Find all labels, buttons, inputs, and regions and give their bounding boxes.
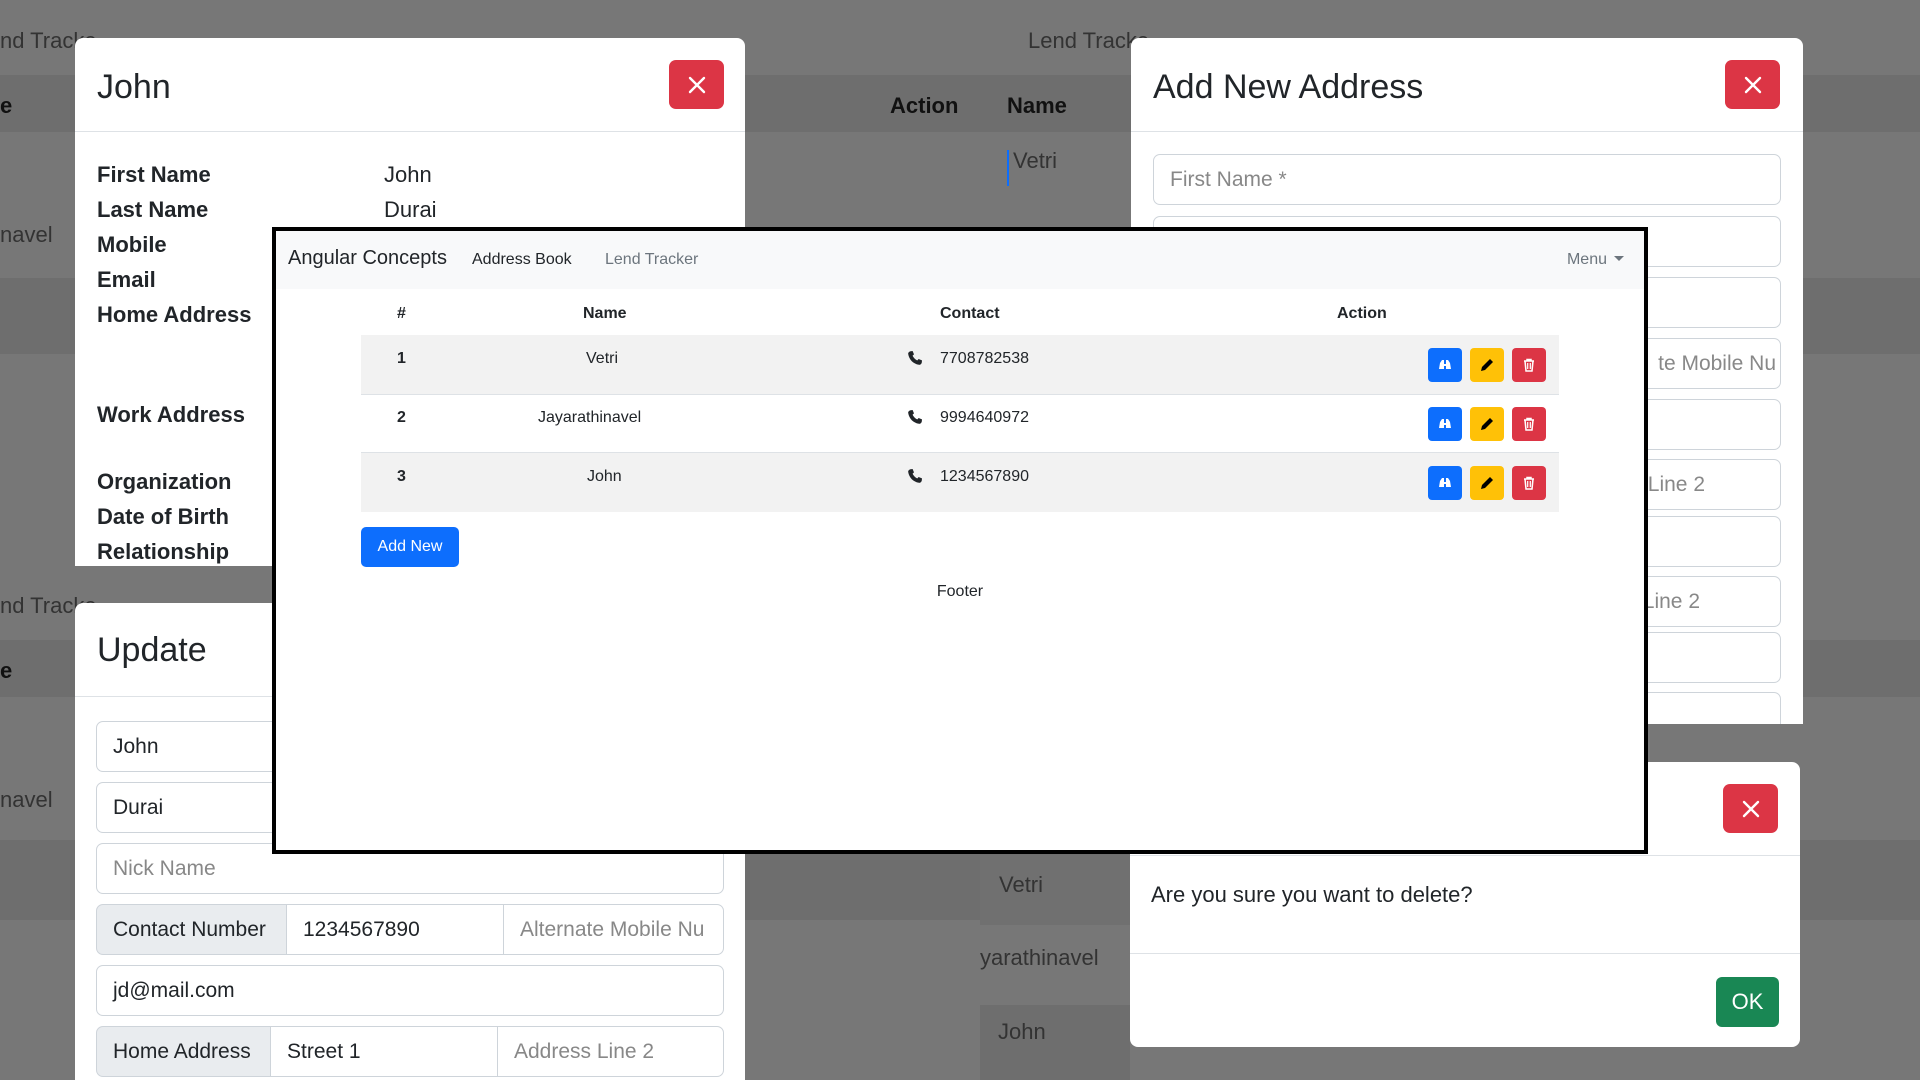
close-button[interactable] xyxy=(1725,60,1780,109)
modal-divider xyxy=(1130,855,1800,856)
modal-divider xyxy=(1131,131,1803,132)
view-button[interactable] xyxy=(1428,348,1462,382)
pencil-icon xyxy=(1481,477,1493,489)
background-row-name: Vetri xyxy=(999,872,1044,897)
view-button[interactable] xyxy=(1428,407,1462,441)
delete-button[interactable] xyxy=(1512,348,1546,382)
relationship-label: Relationship xyxy=(97,539,230,564)
close-button[interactable] xyxy=(669,60,724,109)
row-contact: 7708782538 xyxy=(940,350,1029,367)
row-name: John xyxy=(587,468,622,485)
table-header-action: Action xyxy=(1337,305,1387,322)
navbar: Angular Concepts Address Book Lend Track… xyxy=(276,231,1644,289)
background-row-name: navel xyxy=(0,222,53,247)
phone-icon xyxy=(908,410,922,424)
row-number: 1 xyxy=(397,350,406,367)
delete-button[interactable] xyxy=(1512,466,1546,500)
edit-button[interactable] xyxy=(1470,348,1504,382)
modal-divider xyxy=(1130,953,1800,954)
navbar-brand[interactable]: Angular Concepts xyxy=(288,247,447,270)
home-address-label: Home Address xyxy=(97,302,252,327)
table-header-contact: Contact xyxy=(940,305,1000,322)
first-name-label: First Name xyxy=(97,162,211,187)
row-name: Vetri xyxy=(586,350,619,367)
view-button[interactable] xyxy=(1428,466,1462,500)
binoculars-icon xyxy=(1439,360,1451,369)
delete-button[interactable] xyxy=(1512,407,1546,441)
first-name-input[interactable]: First Name * xyxy=(1153,154,1781,205)
text-cursor xyxy=(1007,150,1009,186)
background-row-name: navel xyxy=(0,787,53,812)
last-name-label: Last Name xyxy=(97,197,209,222)
modal-title: Add New Address xyxy=(1153,68,1424,106)
last-name-value: Durai xyxy=(384,197,437,222)
pencil-icon xyxy=(1481,418,1493,430)
modal-title: Update xyxy=(97,631,207,669)
address-line-2-input[interactable]: Address Line 2 xyxy=(497,1026,724,1077)
trash-icon xyxy=(1524,417,1534,431)
street-input[interactable]: Street 1 xyxy=(270,1026,498,1077)
close-icon xyxy=(1742,800,1759,817)
background-row-name: Vetri xyxy=(1013,148,1058,173)
binoculars-icon xyxy=(1439,478,1451,487)
phone-icon xyxy=(908,469,922,483)
contact-number-input[interactable]: 1234567890 xyxy=(286,904,504,955)
date-of-birth-label: Date of Birth xyxy=(97,504,229,529)
menu-label: Menu xyxy=(1566,251,1607,268)
row-contact: 9994640972 xyxy=(940,409,1029,426)
phone-icon xyxy=(908,351,922,365)
nav-link-lend-tracker[interactable]: Lend Tracker xyxy=(605,251,698,269)
background-column-header: e xyxy=(0,93,13,118)
app-screenshot-frame: Angular Concepts Address Book Lend Track… xyxy=(272,227,1648,854)
row-name: Jayarathinavel xyxy=(538,409,642,426)
menu-dropdown-toggle[interactable]: Menu xyxy=(1567,251,1624,269)
mobile-label: Mobile xyxy=(97,232,167,257)
close-icon xyxy=(688,76,705,93)
background-row-name: yarathinavel xyxy=(980,945,1099,970)
close-button[interactable] xyxy=(1723,784,1778,833)
edit-button[interactable] xyxy=(1470,466,1504,500)
organization-label: Organization xyxy=(97,469,232,494)
pencil-icon xyxy=(1481,359,1493,371)
nav-link-address-book[interactable]: Address Book xyxy=(472,251,572,269)
work-address-label: Work Address xyxy=(97,402,245,427)
table-header-name: Name xyxy=(583,305,627,322)
row-number: 2 xyxy=(397,409,406,426)
background-column-header: e xyxy=(0,658,13,683)
caret-down-icon xyxy=(1614,256,1624,261)
background-row-name: John xyxy=(998,1019,1046,1044)
home-address-label: Home Address xyxy=(96,1026,271,1077)
contact-number-label: Contact Number xyxy=(96,904,287,955)
add-new-button[interactable]: Add New xyxy=(361,527,459,567)
binoculars-icon xyxy=(1439,419,1451,428)
trash-icon xyxy=(1524,358,1534,372)
modal-title: John xyxy=(97,68,171,106)
background-name-header: Name xyxy=(1007,93,1067,118)
table-header-number: # xyxy=(397,305,406,322)
alternate-mobile-input[interactable]: Alternate Mobile Nu xyxy=(503,904,724,955)
first-name-value: John xyxy=(384,162,432,187)
modal-divider xyxy=(75,131,745,132)
email-input[interactable]: jd@mail.com xyxy=(96,965,724,1016)
close-icon xyxy=(1744,76,1761,93)
row-number: 3 xyxy=(397,468,406,485)
delete-confirm-message: Are you sure you want to delete? xyxy=(1151,882,1473,907)
background-action-header: Action xyxy=(890,93,959,118)
trash-icon xyxy=(1524,476,1534,490)
email-label: Email xyxy=(97,267,156,292)
footer: Footer xyxy=(936,583,984,600)
ok-button[interactable]: OK xyxy=(1716,977,1779,1027)
edit-button[interactable] xyxy=(1470,407,1504,441)
row-contact: 1234567890 xyxy=(940,468,1029,485)
